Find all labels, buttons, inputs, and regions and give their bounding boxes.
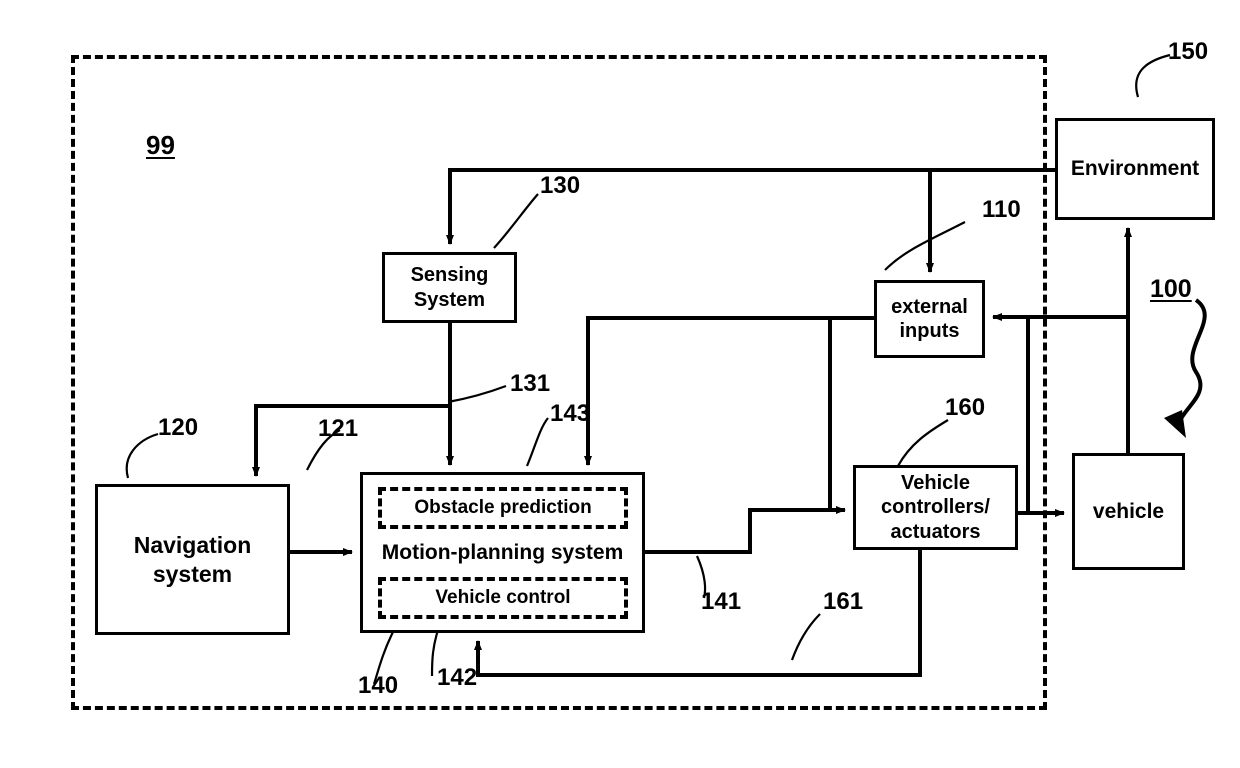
block-environment[interactable]: Environment xyxy=(1055,118,1215,220)
motion-planning-label: Motion-planning system xyxy=(381,540,624,564)
ref-label-161: 161 xyxy=(823,588,864,615)
ref-label-160: 160 xyxy=(945,394,986,421)
sub-block-vehicle-control[interactable]: Vehicle control xyxy=(378,577,628,619)
ref-label-140: 140 xyxy=(358,672,399,699)
ref-label-100: 100 xyxy=(1150,275,1192,303)
block-external-inputs[interactable]: external inputs xyxy=(874,280,985,358)
block-navigation-system[interactable]: Navigation system xyxy=(95,484,290,635)
ref-label-120: 120 xyxy=(158,414,199,441)
figure-canvas: 99 Environment 150 external inputs 110 S… xyxy=(0,0,1240,768)
ref-label-142: 142 xyxy=(437,664,478,691)
block-vehicle[interactable]: vehicle xyxy=(1072,453,1185,570)
ref-label-150: 150 xyxy=(1168,38,1209,65)
ref-label-121: 121 xyxy=(318,415,359,442)
ref-label-131: 131 xyxy=(510,370,551,397)
ref-label-141: 141 xyxy=(701,588,742,615)
connector-lines xyxy=(125,53,1207,685)
block-sensing-system[interactable]: Sensing System xyxy=(382,252,517,323)
ref-label-143: 143 xyxy=(550,400,591,427)
ref-label-110: 110 xyxy=(982,196,1021,223)
ref-label-130: 130 xyxy=(540,172,581,199)
block-vehicle-controllers[interactable]: Vehicle controllers/ actuators xyxy=(853,465,1018,550)
sub-block-obstacle-prediction[interactable]: Obstacle prediction xyxy=(378,487,628,529)
